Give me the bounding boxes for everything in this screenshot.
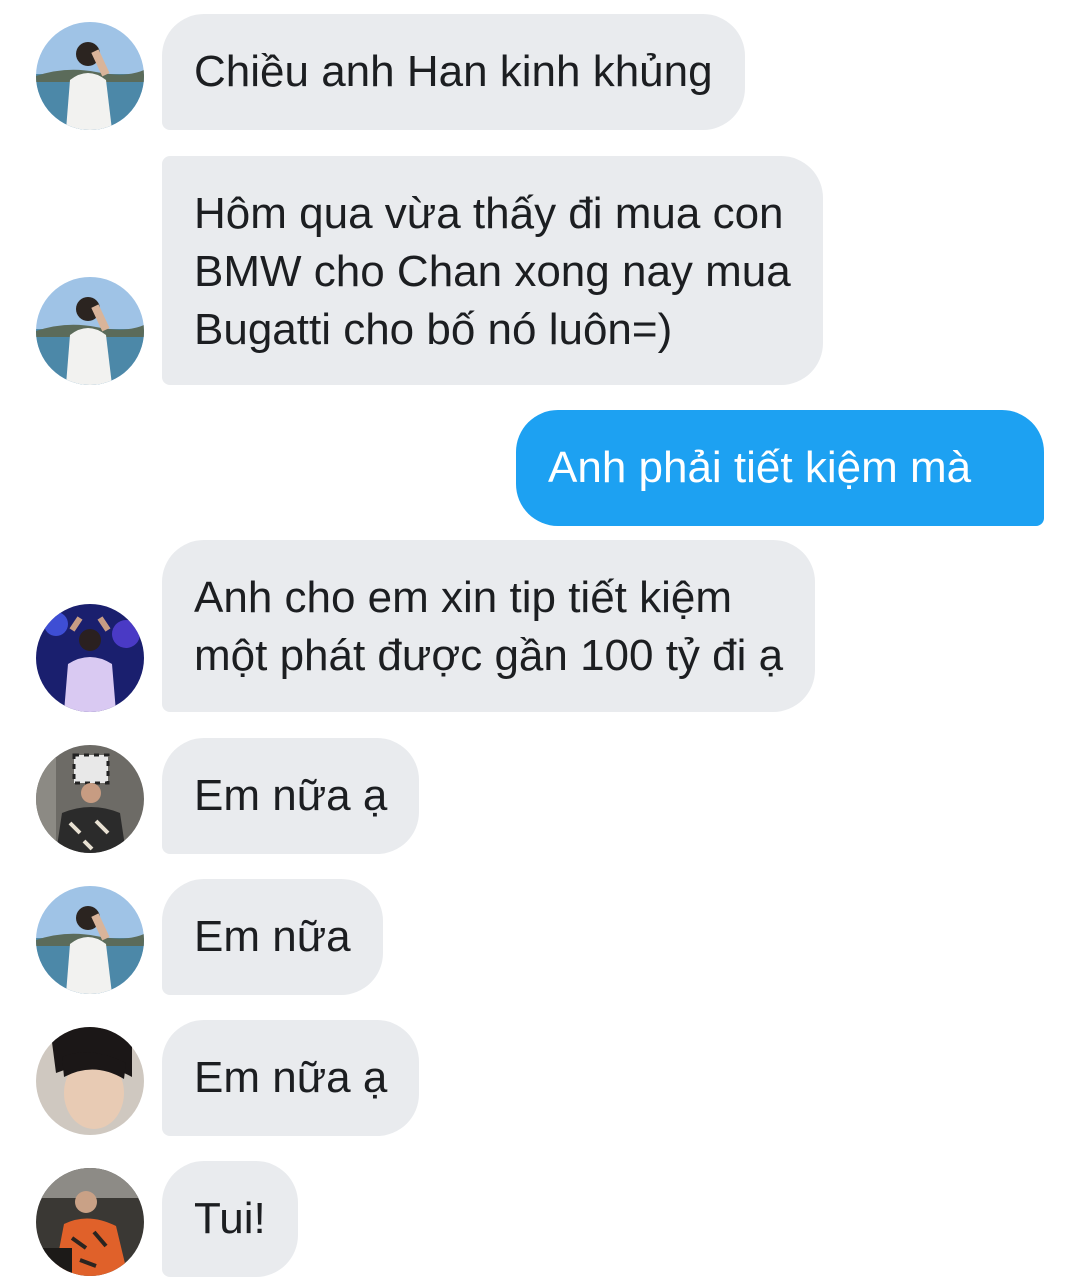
avatar-friend-a[interactable] — [36, 277, 144, 385]
avatar-friend-c[interactable] — [36, 745, 144, 853]
message-bubble[interactable]: Anh cho em xin tip tiết kiệm một phát đư… — [162, 540, 816, 712]
message-bubble[interactable]: Chiều anh Han kinh khủng — [162, 14, 745, 130]
message-bubble[interactable]: Em nữa ạ — [162, 738, 420, 854]
avatar-friend-b[interactable] — [36, 604, 144, 712]
message-bubble[interactable]: Em nữa — [162, 879, 383, 995]
avatar-photo-icon — [36, 1027, 144, 1135]
avatar-photo-icon — [36, 886, 144, 994]
message-bubble[interactable]: Em nữa ạ — [162, 1020, 420, 1136]
message-bubble[interactable]: Tui! — [162, 1161, 298, 1277]
message-bubble-outgoing[interactable]: Anh phải tiết kiệm mà — [516, 410, 1044, 526]
avatar-photo-icon — [36, 1168, 144, 1276]
avatar-friend-e[interactable] — [36, 1168, 144, 1276]
avatar-photo-icon — [36, 745, 144, 853]
message-bubble[interactable]: Hôm qua vừa thấy đi mua con BMW cho Chan… — [162, 156, 823, 385]
avatar-photo-icon — [36, 604, 144, 712]
avatar-friend-a[interactable] — [36, 886, 144, 994]
avatar-photo-icon — [36, 22, 144, 130]
avatar-friend-d[interactable] — [36, 1027, 144, 1135]
avatar-friend-a[interactable] — [36, 22, 144, 130]
avatar-photo-icon — [36, 277, 144, 385]
